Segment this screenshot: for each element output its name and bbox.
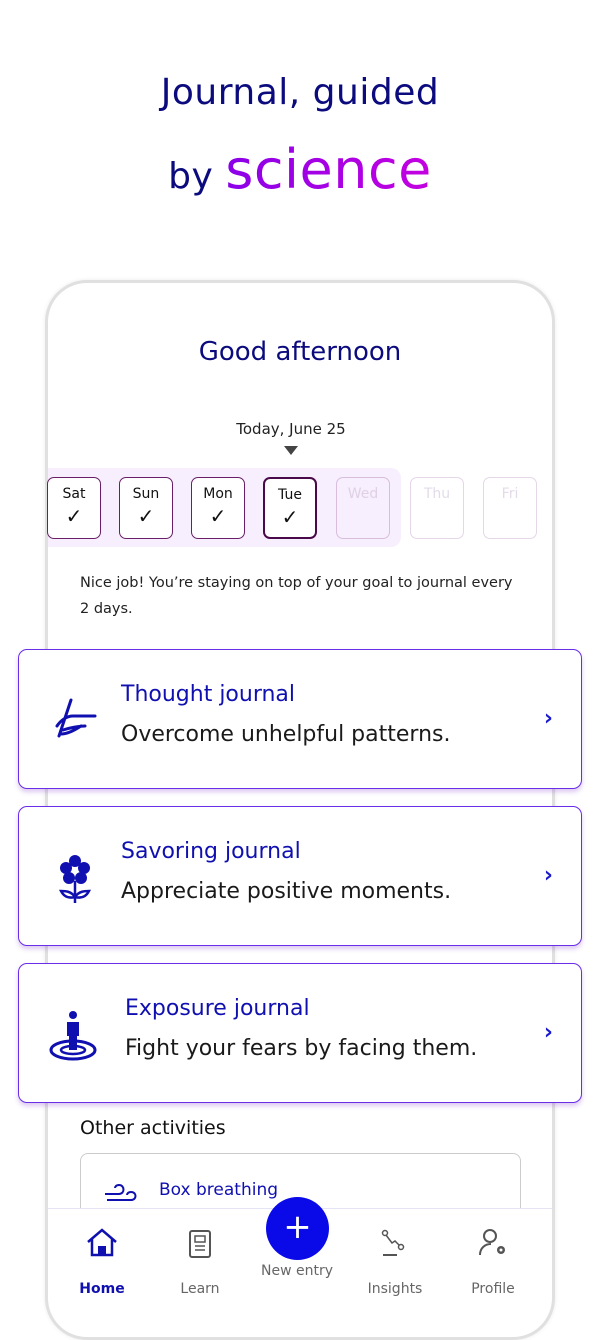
nav-home[interactable]: Home <box>52 1225 152 1297</box>
nav-insights[interactable]: Insights <box>345 1225 445 1297</box>
day-tue[interactable]: Tue ✓ <box>263 477 317 539</box>
day-label: Wed <box>347 486 379 502</box>
hero-line-2: by science <box>0 138 600 201</box>
chevron-right-icon: › <box>543 706 553 731</box>
check-icon: ✓ <box>65 504 83 528</box>
new-entry-button[interactable]: + <box>266 1197 329 1260</box>
wind-icon <box>105 1183 137 1201</box>
nav-new-entry[interactable]: New entry <box>247 1263 347 1279</box>
person-target-icon <box>49 1011 97 1061</box>
day-label: Fri <box>501 486 519 502</box>
learn-icon <box>189 1230 211 1258</box>
card-title: Exposure journal <box>125 996 310 1021</box>
day-sat[interactable]: Sat ✓ <box>47 477 101 539</box>
check-icon: ✓ <box>137 504 155 528</box>
activity-title: Box breathing <box>159 1180 279 1200</box>
home-icon <box>87 1228 117 1257</box>
hero-line-1: Journal, guided <box>160 72 440 113</box>
goal-message: Nice job! You’re staying on top of your … <box>80 575 513 617</box>
insights-icon <box>381 1229 405 1256</box>
thought-journal-card[interactable]: Thought journal Overcome unhelpful patte… <box>18 649 582 789</box>
nav-label: Learn <box>180 1281 220 1297</box>
greeting: Good afternoon <box>198 337 402 367</box>
day-label: Tue <box>278 487 302 503</box>
flower-icon <box>58 855 92 903</box>
nav-profile[interactable]: Profile <box>443 1225 543 1297</box>
exposure-journal-card[interactable]: Exposure journal Fight your fears by fac… <box>18 963 582 1103</box>
chevron-right-icon: › <box>543 863 553 888</box>
card-subtitle: Fight your fears by facing them. <box>125 1036 478 1061</box>
hero-by: by <box>168 156 214 197</box>
card-title: Savoring journal <box>121 839 301 864</box>
day-label: Mon <box>203 486 233 502</box>
other-activities-heading: Other activities <box>80 1117 226 1139</box>
today-indicator-icon <box>284 446 298 455</box>
nav-label: Insights <box>367 1281 423 1297</box>
nav-label: New entry <box>260 1263 333 1279</box>
day-label: Thu <box>423 486 451 502</box>
savoring-journal-card[interactable]: Savoring journal Appreciate positive mom… <box>18 806 582 946</box>
chevron-right-icon: › <box>543 1020 553 1045</box>
nav-label: Home <box>79 1281 125 1297</box>
day-wed[interactable]: Wed <box>336 477 390 539</box>
check-icon: ✓ <box>209 504 227 528</box>
nav-label: Profile <box>471 1281 515 1297</box>
day-thu[interactable]: Thu <box>410 477 464 539</box>
hero-science: science <box>225 138 432 201</box>
day-mon[interactable]: Mon ✓ <box>191 477 245 539</box>
date-label: Today, June 25 <box>236 420 346 438</box>
day-label: Sat <box>62 486 86 502</box>
profile-settings-icon <box>479 1229 505 1256</box>
day-sun[interactable]: Sun ✓ <box>119 477 173 539</box>
check-icon: ✓ <box>281 505 299 529</box>
card-subtitle: Overcome unhelpful patterns. <box>121 722 451 747</box>
hand-writing-icon <box>55 698 97 738</box>
day-label: Sun <box>132 486 160 502</box>
card-title: Thought journal <box>121 682 296 707</box>
day-fri[interactable]: Fri <box>483 477 537 539</box>
nav-learn[interactable]: Learn <box>150 1225 250 1297</box>
card-subtitle: Appreciate positive moments. <box>121 879 452 904</box>
